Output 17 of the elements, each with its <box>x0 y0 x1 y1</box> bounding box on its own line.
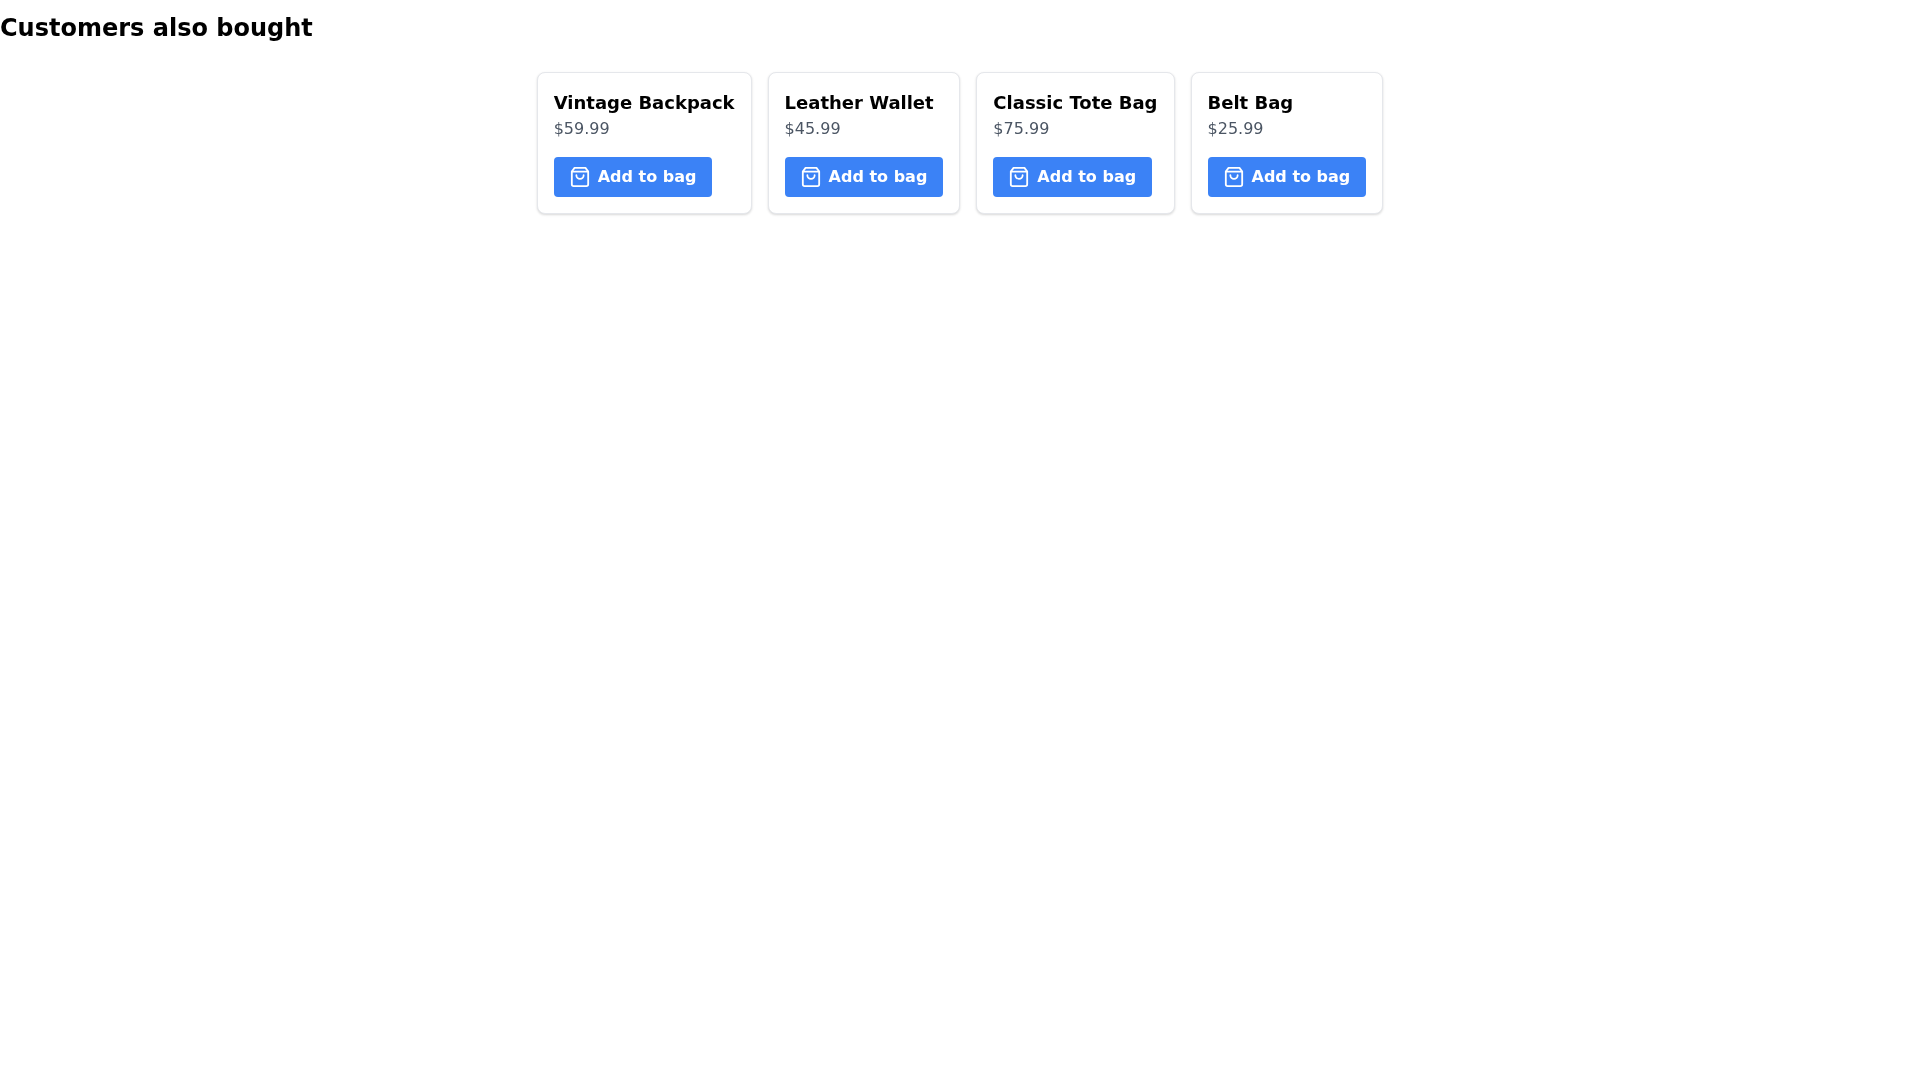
product-name: Classic Tote Bag <box>993 91 1158 115</box>
add-to-bag-button[interactable]: Add to bag <box>993 157 1153 197</box>
add-to-bag-button[interactable]: Add to bag <box>1207 157 1367 197</box>
add-to-bag-button[interactable]: Add to bag <box>553 157 713 197</box>
shopping-bag-icon <box>569 167 590 187</box>
shopping-bag-icon <box>1009 167 1030 187</box>
shopping-bag-icon <box>800 167 821 187</box>
shopping-bag-icon <box>1223 167 1244 187</box>
product-name: Leather Wallet <box>784 91 934 115</box>
product-price: $75.99 <box>993 118 1050 140</box>
product-name: Vintage Backpack <box>553 91 735 115</box>
product-price: $25.99 <box>1207 118 1264 140</box>
product-price: $59.99 <box>553 118 610 140</box>
section-heading: Customers also bought <box>0 13 313 44</box>
product-price: $45.99 <box>784 118 841 140</box>
add-to-bag-button[interactable]: Add to bag <box>784 157 944 197</box>
product-name: Belt Bag <box>1207 91 1294 115</box>
